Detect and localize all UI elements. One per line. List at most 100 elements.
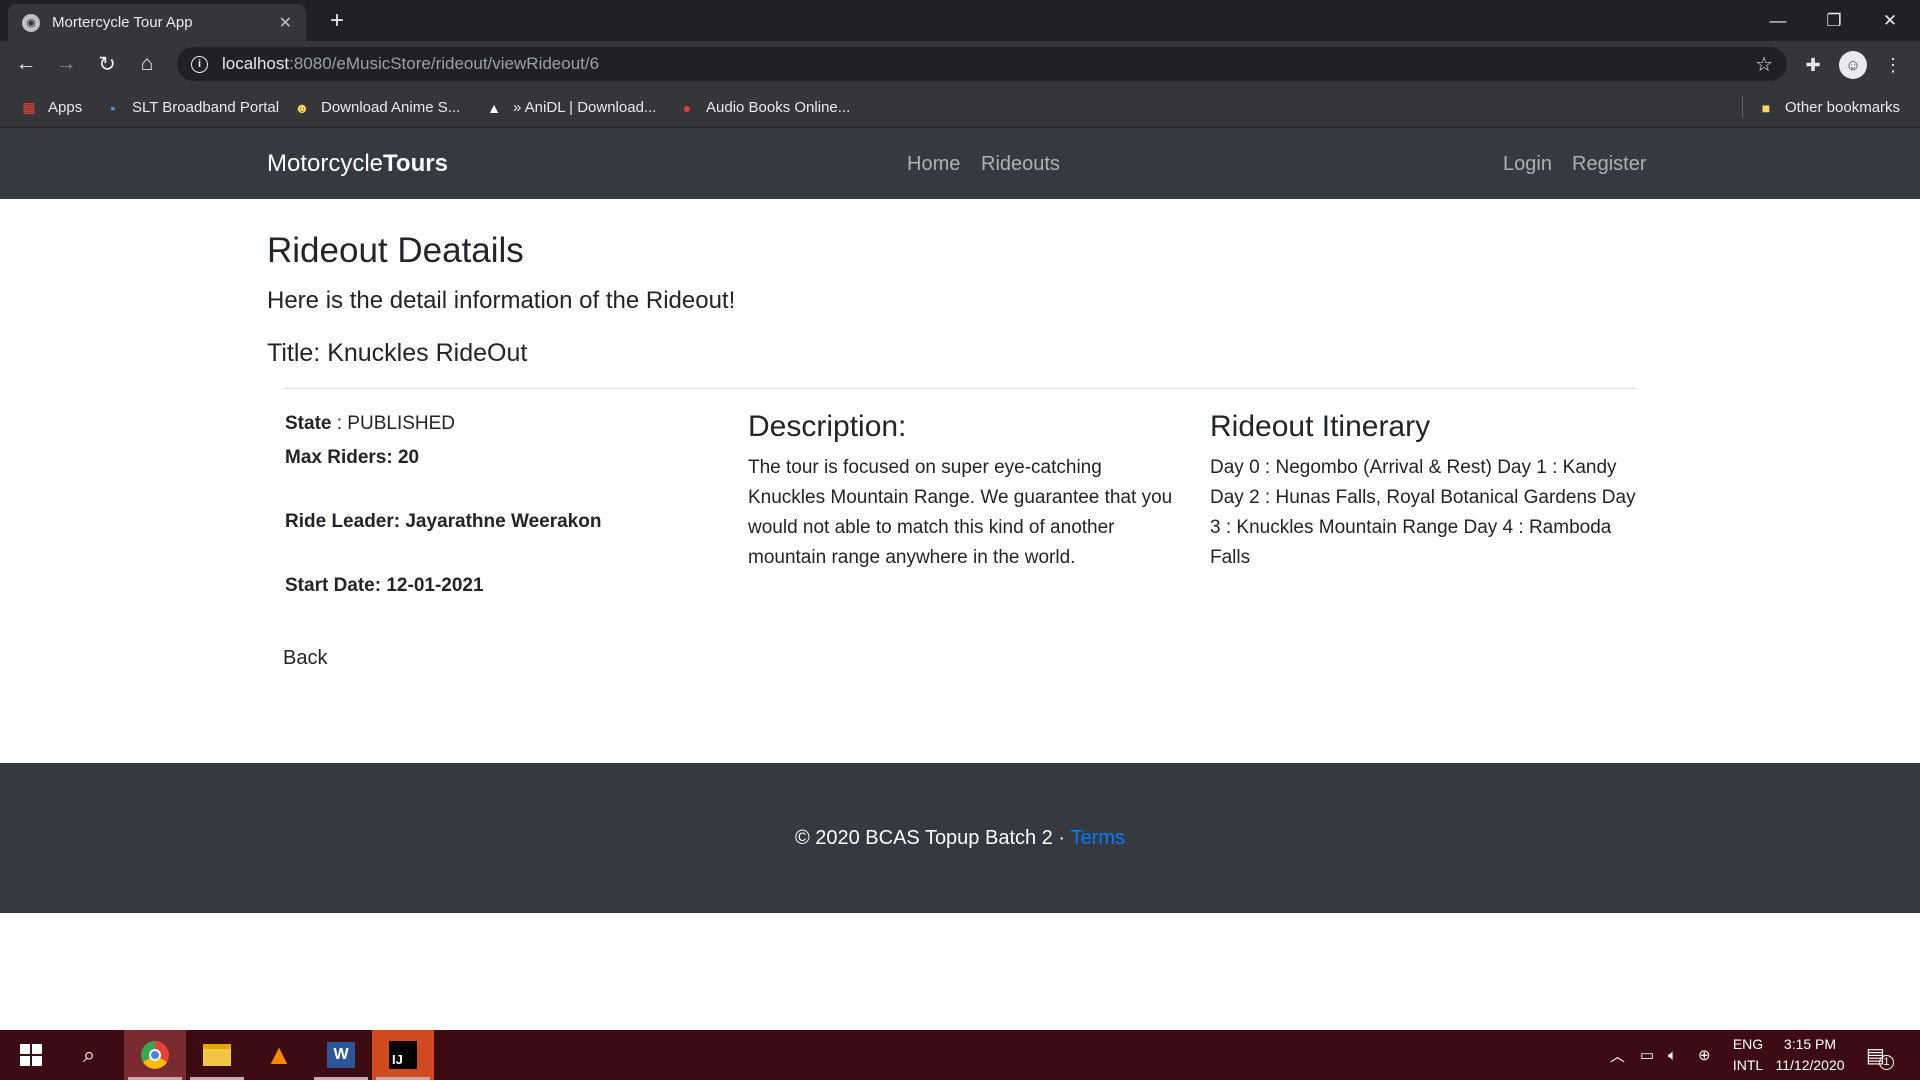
bookmark-anime[interactable]: ☻ Download Anime S... <box>293 87 461 128</box>
section-divider <box>285 388 1635 389</box>
bookmark-audiobooks[interactable]: ● Audio Books Online... <box>678 87 851 128</box>
menu-kebab-icon[interactable]: ⋮ <box>1878 50 1908 80</box>
page-lead: Here is the detail information of the Ri… <box>267 287 736 314</box>
bookmark-apps[interactable]: ▦ Apps <box>20 87 82 128</box>
footer-copyright: © 2020 BCAS Topup Batch 2 · <box>794 826 1066 849</box>
brand-bold: Tours <box>383 150 448 177</box>
tray-chevron-icon[interactable]: ︿ <box>1610 1030 1625 1080</box>
anidl-icon: ▲ <box>487 99 501 116</box>
windows-logo-icon <box>20 1044 42 1066</box>
home-icon[interactable]: ⌂ <box>131 48 163 80</box>
brand-logo[interactable]: MotorcycleTours <box>267 150 448 178</box>
profile-icon: ☺ <box>1839 51 1867 79</box>
state-value: : PUBLISHED <box>331 413 456 434</box>
nav-login[interactable]: Login <box>1503 153 1552 176</box>
taskbar-chrome[interactable] <box>124 1030 186 1080</box>
audiobooks-icon: ● <box>682 99 692 116</box>
bookmark-star-icon[interactable]: ☆ <box>1755 52 1773 77</box>
vlc-icon[interactable]: ▲ <box>248 1030 310 1080</box>
intellij-icon: IJ <box>389 1041 417 1069</box>
restore-icon[interactable]: ❐ <box>1806 0 1862 41</box>
extensions-puzzle-icon[interactable]: ✚ <box>1798 50 1828 80</box>
notification-badge: 1 <box>1878 1054 1894 1070</box>
minimize-icon[interactable]: — <box>1750 0 1806 41</box>
clock-date: 11/12/2020 <box>1775 1057 1845 1073</box>
itinerary-column: Rideout Itinerary Day 0 : Negombo (Arriv… <box>1210 409 1640 573</box>
reload-icon[interactable]: ↻ <box>91 48 123 80</box>
bookmark-label: Download Anime S... <box>321 99 461 116</box>
forward-arrow-icon[interactable]: → <box>50 48 82 80</box>
profile-avatar[interactable]: ☺ <box>1838 50 1868 80</box>
description-column: Description: The tour is focused on supe… <box>748 409 1178 573</box>
back-link[interactable]: Back <box>283 647 327 670</box>
tab-close-icon[interactable]: ✕ <box>279 13 292 33</box>
anime-icon: ☻ <box>294 99 310 116</box>
browser-toolbar: ← → ↻ ⌂ i localhost:8080/eMusicStore/rid… <box>0 41 1920 87</box>
state-label: State <box>285 413 332 434</box>
taskbar-file-explorer[interactable] <box>186 1030 248 1080</box>
url-host: localhost <box>222 54 290 73</box>
main-content: Rideout Deatails Here is the detail info… <box>0 199 1920 763</box>
itinerary-text: Day 0 : Negombo (Arrival & Rest) Day 1 :… <box>1210 457 1636 568</box>
ride-state: State : PUBLISHED <box>285 409 455 439</box>
nav-home[interactable]: Home <box>907 153 960 176</box>
start-date-text: Start Date: 12-01-2021 <box>285 575 484 596</box>
taskbar-intellij[interactable]: IJ <box>372 1030 434 1080</box>
close-window-icon[interactable]: ✕ <box>1862 0 1918 41</box>
info-icon[interactable]: i <box>191 55 208 73</box>
other-bookmarks[interactable]: ■ Other bookmarks <box>1757 87 1900 128</box>
site-navbar: MotorcycleTours Home Rideouts Login Regi… <box>0 128 1920 199</box>
chrome-icon <box>141 1041 169 1069</box>
nav-register[interactable]: Register <box>1572 153 1646 176</box>
clock-time: 3:15 PM <box>1783 1036 1837 1052</box>
tab-title: Mortercycle Tour App <box>52 14 193 31</box>
page-title: Rideout Deatails <box>267 231 524 270</box>
back-arrow-icon[interactable]: ← <box>10 48 42 80</box>
start-button[interactable] <box>0 1030 62 1080</box>
bookmark-label: » AniDL | Download... <box>513 99 657 116</box>
browser-tab[interactable]: ◉ Mortercycle Tour App ✕ <box>8 4 306 41</box>
bookmark-label: SLT Broadband Portal <box>132 99 280 116</box>
globe-icon: ◉ <box>22 13 40 32</box>
other-bookmarks-label: Other bookmarks <box>1785 99 1901 116</box>
clock[interactable]: 3:15 PM 11/12/2020 <box>1770 1034 1850 1076</box>
notification-icon[interactable]: ▤ 1 <box>1866 1030 1894 1080</box>
windows-taskbar: ⌕ ▲ W IJ ︿ ▭ 🔈︎ ⊕ ENG INTL 3:15 PM 11/12… <box>0 1030 1920 1080</box>
new-tab-button[interactable]: + <box>322 6 352 36</box>
ride-leader-text: Ride Leader: Jayarathne Weerakon <box>285 511 602 532</box>
site-footer: © 2020 BCAS Topup Batch 2 · Terms <box>0 763 1920 913</box>
start-date: Start Date: 12-01-2021 <box>285 571 484 601</box>
max-riders-text: Max Riders: 20 <box>285 447 420 468</box>
ride-leader: Ride Leader: Jayarathne Weerakon <box>285 507 601 537</box>
lang-top: ENG <box>1732 1036 1764 1052</box>
slt-icon: ▪ <box>110 99 116 116</box>
language-indicator[interactable]: ENG INTL <box>1728 1034 1768 1076</box>
browser-tab-strip: ◉ Mortercycle Tour App ✕ + — ❐ ✕ <box>0 0 1920 41</box>
apps-grid-icon: ▦ <box>22 99 36 115</box>
max-riders: Max Riders: 20 <box>285 443 419 473</box>
description-heading: Description: <box>748 410 907 443</box>
network-globe-icon[interactable]: ⊕ <box>1698 1030 1711 1080</box>
url-path: :8080/eMusicStore/rideout/viewRideout/6 <box>289 54 600 73</box>
nav-rideouts[interactable]: Rideouts <box>981 153 1060 176</box>
search-icon[interactable]: ⌕ <box>58 1030 120 1080</box>
lang-bottom: INTL <box>1732 1057 1764 1073</box>
brand-light: Motorcycle <box>267 150 384 177</box>
address-bar[interactable]: i localhost:8080/eMusicStore/rideout/vie… <box>177 47 1787 81</box>
battery-icon[interactable]: ▭ <box>1640 1030 1654 1080</box>
bookmarks-bar: ▦ Apps ▪ SLT Broadband Portal ☻ Download… <box>0 87 1920 128</box>
ride-title: Title: Knuckles RideOut <box>267 339 528 367</box>
bookmark-label: Apps <box>48 99 83 116</box>
itinerary-heading: Rideout Itinerary <box>1210 410 1431 443</box>
description-text: The tour is focused on super eye-catchin… <box>748 457 1173 568</box>
terms-link[interactable]: Terms <box>1071 827 1125 850</box>
bookmark-anidl[interactable]: ▲ » AniDL | Download... <box>485 87 656 128</box>
taskbar-word[interactable]: W <box>310 1030 372 1080</box>
page-blank-area <box>0 913 1920 1030</box>
bookmark-slt[interactable]: ▪ SLT Broadband Portal <box>104 87 280 128</box>
volume-icon[interactable]: 🔈︎ <box>1668 1030 1677 1080</box>
folder-icon: ■ <box>1761 99 1771 116</box>
word-icon: W <box>327 1042 355 1068</box>
folder-icon <box>203 1044 231 1066</box>
bookmark-label: Audio Books Online... <box>706 99 851 116</box>
